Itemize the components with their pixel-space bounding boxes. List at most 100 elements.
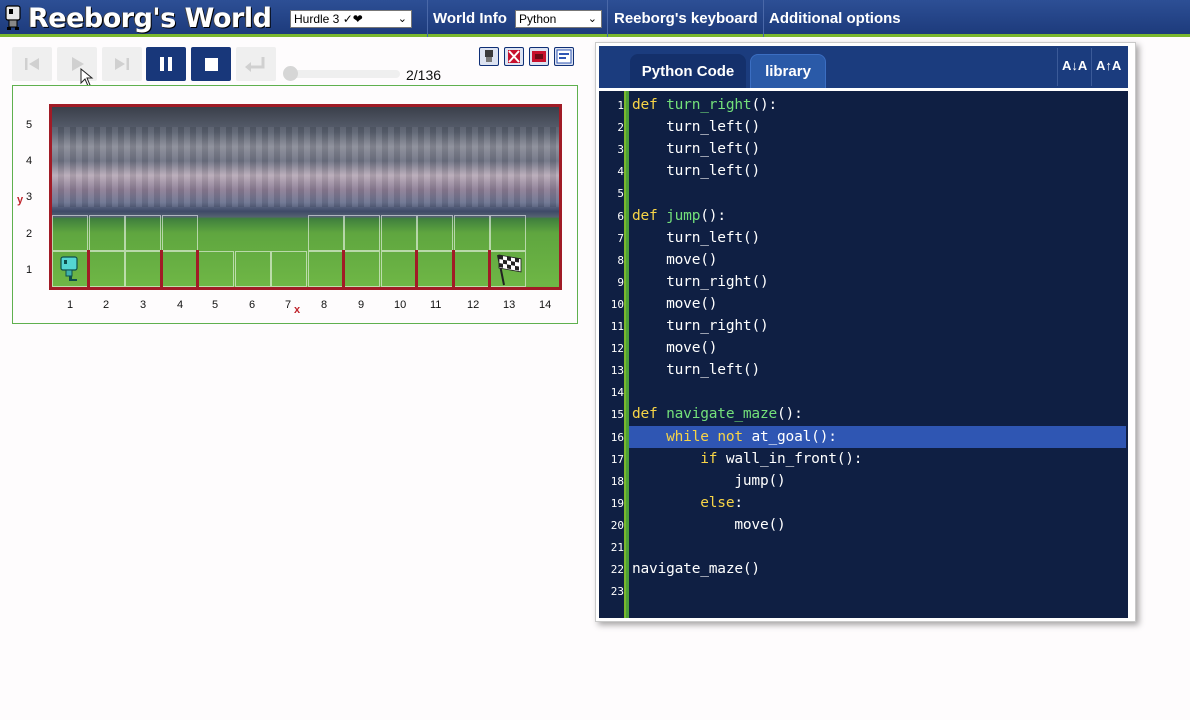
additional-options-button[interactable]: Additional options xyxy=(769,10,901,27)
world-info-button[interactable]: World Info xyxy=(433,10,507,27)
code-line[interactable]: move() xyxy=(632,516,785,533)
code-token: ( xyxy=(751,318,760,334)
code-line[interactable]: navigate_maze() xyxy=(632,561,760,577)
grid-cell xyxy=(52,251,88,287)
code-token: ) xyxy=(751,362,760,379)
stop-button[interactable] xyxy=(191,47,231,81)
code-token: turn_right xyxy=(666,273,752,290)
x-tick-label: 12 xyxy=(467,299,480,311)
code-line[interactable]: if wall_in_front(): xyxy=(632,451,862,467)
code-token: not xyxy=(717,428,743,445)
increase-font-button[interactable]: A↑A xyxy=(1096,58,1121,73)
line-number: 23 xyxy=(610,585,624,599)
world-select[interactable]: Hurdle 3 ✓❤ ⌄ xyxy=(290,10,412,28)
chevron-down-icon: ⌄ xyxy=(397,13,407,25)
code-token: ) xyxy=(708,251,718,268)
line-number: 19 xyxy=(610,496,624,510)
code-token: ) xyxy=(751,561,760,578)
code-line[interactable]: turn_right() xyxy=(632,318,769,334)
code-token: ) xyxy=(708,340,718,357)
line-number: 21 xyxy=(610,541,624,554)
code-token: turn_left xyxy=(666,163,743,180)
code-token: ) xyxy=(845,450,854,467)
line-number: 6 xyxy=(617,209,624,223)
code-token: ( xyxy=(700,340,709,357)
line-number: 14 xyxy=(610,386,624,400)
code-line[interactable]: move() xyxy=(632,252,717,268)
x-tick-label: 14 xyxy=(539,299,552,311)
reload-button[interactable] xyxy=(236,47,276,81)
code-token: turn_left xyxy=(666,141,743,158)
step-slider-handle[interactable] xyxy=(282,66,298,81)
code-token: ) xyxy=(751,119,760,136)
reeborg-logo-icon xyxy=(5,5,21,30)
line-number: 18 xyxy=(610,474,624,488)
code-line[interactable]: move() xyxy=(632,296,717,312)
y-tick-label: 1 xyxy=(26,264,33,276)
grid-cell xyxy=(125,251,161,287)
code-line[interactable]: def turn_right(): xyxy=(632,97,777,113)
language-select-value: Python xyxy=(519,12,557,26)
code-line[interactable]: def navigate_maze(): xyxy=(632,406,803,422)
code-line[interactable]: while not at_goal(): xyxy=(632,429,837,445)
line-number: 11 xyxy=(610,320,624,333)
code-token: : xyxy=(794,406,803,423)
grid-cell xyxy=(453,215,490,251)
tab-library[interactable]: library xyxy=(750,54,826,90)
tab-python-code[interactable]: Python Code xyxy=(630,54,746,90)
y-tick-label: 5 xyxy=(26,119,33,131)
language-select[interactable]: Python ⌄ xyxy=(515,10,602,28)
code-token: : xyxy=(768,97,778,113)
code-line[interactable]: turn_left() xyxy=(632,230,760,246)
code-line[interactable]: jump() xyxy=(632,473,785,489)
step-slider-track[interactable] xyxy=(290,70,400,78)
code-line[interactable]: turn_left() xyxy=(632,141,760,157)
code-token: ( xyxy=(836,450,846,467)
y-axis-letter: y xyxy=(17,194,24,206)
grid-cell xyxy=(52,215,88,251)
code-token: ) xyxy=(751,141,760,158)
line-number: 4 xyxy=(617,165,624,179)
decrease-font-button[interactable]: A↓A xyxy=(1062,58,1087,73)
highlight-toggle-button[interactable] xyxy=(504,47,524,66)
code-token: turn_right xyxy=(666,97,752,113)
code-token: ( xyxy=(700,251,709,268)
grid-cell xyxy=(417,251,453,287)
code-line[interactable]: turn_left() xyxy=(632,362,760,378)
code-token: ) xyxy=(819,428,829,445)
code-token: turn_left xyxy=(666,119,743,136)
reverse-step-button[interactable] xyxy=(12,47,52,81)
robot-model-button[interactable] xyxy=(479,47,499,66)
code-token: def xyxy=(632,207,658,224)
toolbar-divider xyxy=(1057,48,1058,86)
grid-cell xyxy=(161,251,198,287)
highlight-off-icon xyxy=(508,50,520,63)
code-token: def xyxy=(632,406,658,423)
code-line[interactable]: turn_right() xyxy=(632,274,769,290)
code-token: ) xyxy=(751,163,760,180)
code-line[interactable]: def jump(): xyxy=(632,208,726,224)
keyboard-button[interactable]: Reeborg's keyboard xyxy=(614,10,758,27)
code-token: : xyxy=(828,428,837,445)
step-button[interactable] xyxy=(102,47,142,81)
line-number: 12 xyxy=(610,342,624,356)
code-token: : xyxy=(734,494,743,511)
pause-button[interactable] xyxy=(146,47,186,81)
code-token: move xyxy=(734,516,769,533)
edit-world-button[interactable] xyxy=(554,47,574,66)
step-counter: 2/136 xyxy=(406,67,442,83)
x-tick-label: 11 xyxy=(430,299,442,311)
code-line[interactable]: move() xyxy=(632,340,717,356)
grid-cell xyxy=(234,251,271,287)
code-line[interactable]: turn_left() xyxy=(632,163,760,179)
code-token: : xyxy=(717,207,726,224)
chevron-down-icon: ⌄ xyxy=(587,13,597,25)
watch-variables-button[interactable] xyxy=(529,47,549,66)
code-line[interactable]: else: xyxy=(632,495,743,511)
code-line[interactable]: turn_left() xyxy=(632,119,760,135)
code-token: ( xyxy=(700,207,709,224)
code-token: : xyxy=(853,450,863,467)
grid-cell xyxy=(161,215,198,251)
